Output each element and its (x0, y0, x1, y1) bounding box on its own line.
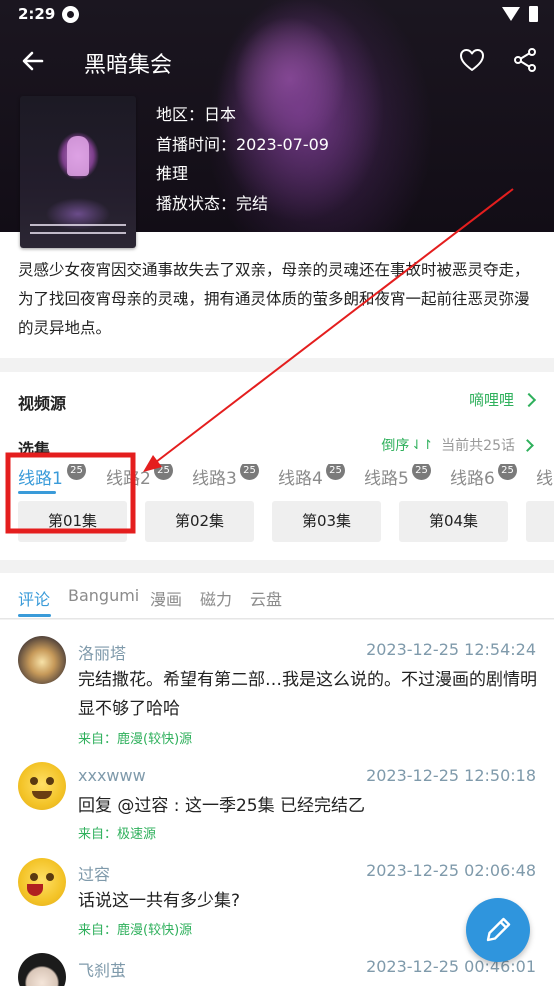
line-count-badge: 25 (154, 464, 173, 480)
line-count-badge: 25 (326, 464, 345, 480)
source-selector[interactable]: 嘀哩哩 (468, 389, 537, 410)
chevron-right-icon (521, 392, 537, 407)
share-icon (514, 48, 536, 72)
status-time: 2:29 (18, 5, 56, 23)
episode-button-04[interactable]: 第04集 (399, 501, 508, 542)
line-count-badge: 25 (412, 464, 431, 480)
line-tab-5[interactable]: 线路5 (364, 464, 409, 489)
tab-bangumi[interactable]: Bangumi (68, 586, 139, 605)
comment-time: 2023-12-25 12:50:18 (366, 766, 536, 785)
line-tab-4[interactable]: 线路4 (278, 464, 323, 489)
line-count-badge: 25 (498, 464, 517, 480)
genre-label: 推理 (156, 164, 189, 183)
write-comment-button[interactable] (466, 898, 530, 962)
heart-icon (460, 49, 484, 71)
share-button[interactable] (512, 47, 538, 73)
comment-username[interactable]: 洛丽塔 (78, 640, 126, 664)
tab-manga[interactable]: 漫画 (150, 586, 182, 610)
comment-time: 2023-12-25 12:54:24 (366, 640, 536, 659)
line-tab-7[interactable]: 线 (536, 464, 553, 489)
episodes-label: 选集 (18, 440, 51, 459)
comment-username[interactable]: 过容 (78, 861, 110, 885)
poster-image (20, 96, 136, 248)
premiere-label: 首播时间：2023-07-09 (156, 134, 329, 154)
favorite-button[interactable] (458, 46, 486, 74)
order-toggle[interactable]: 倒序 (381, 435, 409, 455)
line-tab-3[interactable]: 线路3 (192, 464, 237, 489)
play-status-label: 播放状态：完结 (156, 193, 269, 213)
source-label: 视频源 (18, 394, 67, 413)
battery-icon (529, 6, 538, 22)
comment-source: 来自：鹿漫(较快)源 (78, 732, 193, 747)
line-tab-1[interactable]: 线路1 (18, 464, 63, 489)
page-title: 黑暗集会 (84, 53, 173, 78)
source-value: 嘀哩哩 (468, 391, 514, 409)
active-line-indicator (18, 491, 56, 494)
comment-text: 回复 @过容 : 这一季25集 已经完结乙 (78, 796, 365, 816)
episodes-controls: 倒序 ⇃↾ 当前共25话 (381, 435, 534, 455)
episode-button-02[interactable]: 第02集 (145, 501, 254, 542)
chevron-right-icon[interactable] (521, 438, 534, 452)
episode-button-01[interactable]: 第01集 (18, 501, 127, 542)
comment-username[interactable]: 飞刹茧 (78, 957, 126, 981)
comment-source: 来自：鹿漫(较快)源 (78, 923, 193, 938)
region-label: 地区：日本 (156, 105, 237, 124)
arrow-left-icon (22, 51, 44, 71)
comment-source: 来自：极速源 (78, 827, 157, 842)
avatar[interactable] (18, 858, 66, 906)
line-tab-2[interactable]: 线路2 (106, 464, 151, 489)
episode-count: 当前共25话 (441, 438, 515, 454)
top-app-bar: 黑暗集会 (0, 38, 554, 82)
episode-button-03[interactable]: 第03集 (272, 501, 381, 542)
line-count-badge: 25 (240, 464, 259, 480)
tab-magnet[interactable]: 磁力 (200, 586, 232, 610)
synopsis: 灵感少女夜宵因交通事故失去了双亲，母亲的灵魂还在事故时被恶灵夺走，为了找回夜宵母… (18, 261, 530, 337)
sort-icon[interactable]: ⇃↾ (411, 438, 433, 453)
episode-button-more[interactable] (526, 501, 554, 542)
wifi-icon (502, 7, 520, 21)
active-tab-indicator (18, 614, 51, 617)
app-notification-icon (62, 6, 79, 23)
avatar[interactable] (18, 636, 66, 684)
back-button[interactable] (18, 46, 48, 76)
line-tab-6[interactable]: 线路6 (450, 464, 495, 489)
anime-meta: 地区：日本 首播时间：2023-07-09 推理 播放状态：完结 (156, 100, 329, 218)
comment-username[interactable]: xxxwww (78, 766, 146, 785)
avatar[interactable] (18, 762, 66, 810)
line-tabs: 线路1 25 线路2 25 线路3 25 线路4 25 线路5 25 线路6 2… (18, 464, 554, 494)
pencil-icon (486, 917, 511, 942)
line-count-badge: 25 (67, 464, 86, 480)
tab-comments[interactable]: 评论 (18, 586, 50, 610)
comment-text: 完结撒花。希望有第二部…我是这么说的。不过漫画的剧情明显不够了哈哈 (78, 670, 537, 719)
status-bar: 2:29 (0, 0, 554, 30)
tab-cloud[interactable]: 云盘 (250, 586, 282, 610)
comment-time: 2023-12-25 02:06:48 (366, 861, 536, 880)
